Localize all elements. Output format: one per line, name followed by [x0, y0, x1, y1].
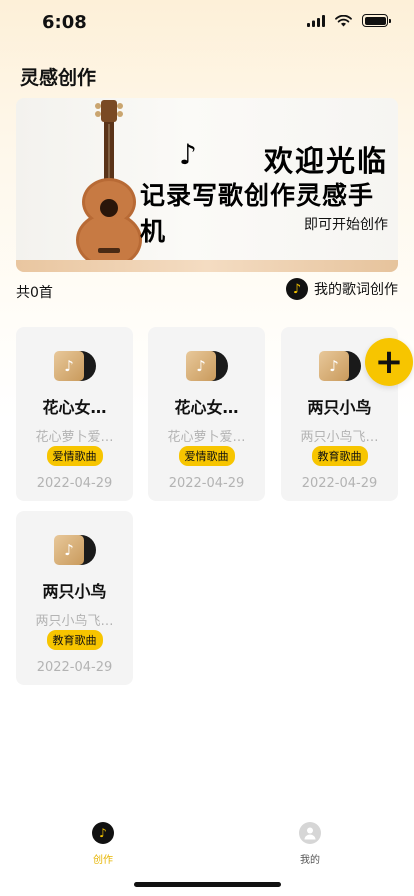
song-card[interactable]: ♪ 花心女… 花心萝卜爱… 爱情歌曲 2022-04-29 — [148, 327, 265, 501]
music-disc-icon: ♪ — [286, 278, 308, 300]
tab-create-label: 创作 — [93, 855, 113, 866]
song-desc: 两只小鸟飞… — [35, 614, 114, 629]
song-title: 两只小鸟 — [307, 398, 372, 417]
song-card[interactable]: ♪ 两只小鸟 两只小鸟飞… 教育歌曲 2022-04-29 — [16, 511, 133, 685]
banner-caption: 即可开始创作 — [304, 217, 388, 233]
song-tag: 爱情歌曲 — [178, 446, 235, 466]
album-icon: ♪ — [54, 535, 96, 565]
song-count: 共0首 — [16, 285, 53, 301]
wifi-icon — [335, 14, 352, 26]
song-card[interactable]: ♪ 花心女… 花心萝卜爱… 爱情歌曲 2022-04-29 — [16, 327, 133, 501]
status-time: 6:08 — [42, 12, 87, 33]
song-title: 两只小鸟 — [42, 582, 107, 601]
tab-create[interactable]: ♪ 创作 — [73, 822, 133, 866]
status-icons — [307, 14, 391, 27]
song-date: 2022-04-29 — [36, 660, 113, 675]
song-title: 花心女… — [42, 398, 107, 417]
banner[interactable]: ♪ 欢迎光临 记录写歌创作灵感手机 即可开始创作 — [16, 98, 398, 272]
user-icon — [299, 822, 321, 844]
music-note-icon: ♪ — [179, 138, 197, 171]
home-indicator — [134, 882, 281, 887]
song-desc: 花心萝卜爱… — [167, 430, 246, 445]
banner-subheadline: 记录写歌创作灵感手机 — [140, 181, 375, 246]
song-tag: 教育歌曲 — [46, 630, 103, 650]
banner-floor — [16, 260, 398, 272]
music-disc-icon: ♪ — [92, 822, 114, 844]
tab-mine[interactable]: 我的 — [280, 822, 340, 866]
add-song-button[interactable]: + — [365, 338, 413, 386]
song-date: 2022-04-29 — [36, 476, 113, 491]
plus-icon: + — [374, 342, 404, 382]
song-date: 2022-04-29 — [168, 476, 245, 491]
banner-headline: 欢迎光临 — [264, 144, 389, 178]
album-icon: ♪ — [319, 351, 361, 381]
signal-icon — [307, 14, 325, 27]
song-title: 花心女… — [174, 398, 239, 417]
song-desc: 两只小鸟飞… — [300, 430, 379, 445]
song-tag: 教育歌曲 — [311, 446, 368, 466]
album-icon: ♪ — [54, 351, 96, 381]
my-lyrics-link[interactable]: ♪ 我的歌词创作 — [286, 278, 398, 300]
status-bar: 6:08 — [0, 0, 414, 46]
song-tag: 爱情歌曲 — [46, 446, 103, 466]
song-desc: 花心萝卜爱… — [35, 430, 114, 445]
battery-icon — [362, 14, 391, 27]
song-date: 2022-04-29 — [301, 476, 378, 491]
album-icon: ♪ — [186, 351, 228, 381]
tab-mine-label: 我的 — [300, 855, 320, 866]
my-lyrics-label: 我的歌词创作 — [314, 282, 398, 298]
page-title: 灵感创作 — [20, 67, 97, 89]
